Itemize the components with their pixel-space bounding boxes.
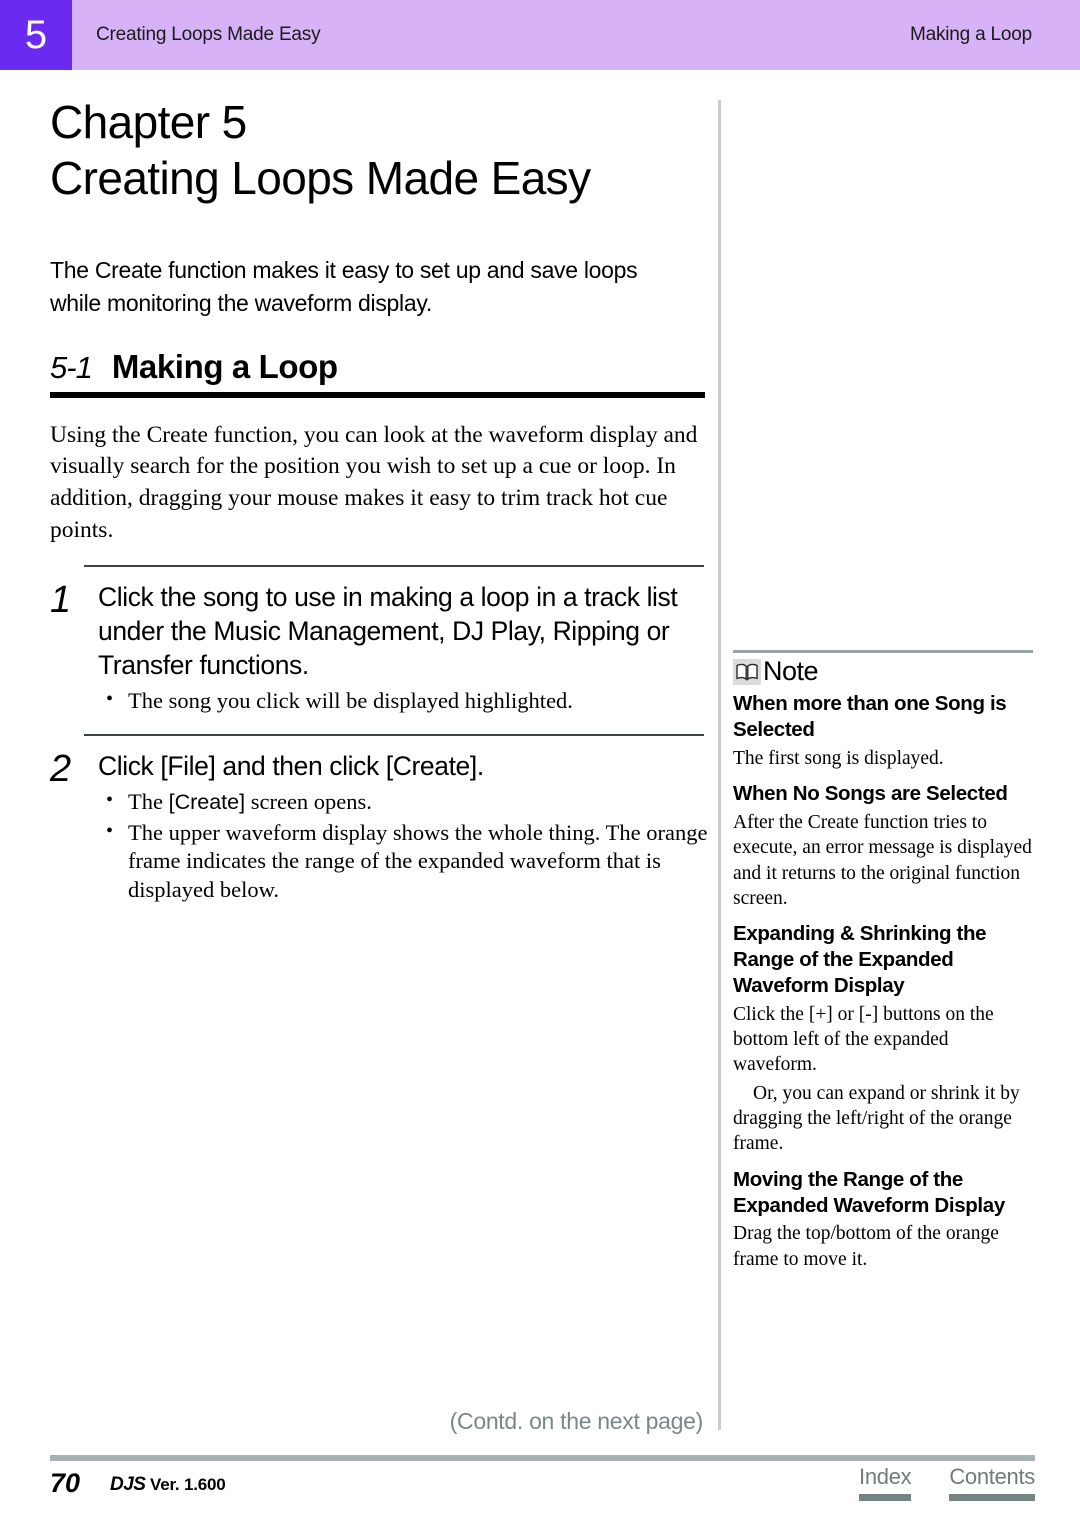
section-name: Making a Loop bbox=[111, 347, 338, 385]
step-separator-mid bbox=[84, 733, 704, 736]
section-body-paragraph: Using the Create function, you can look … bbox=[50, 421, 698, 544]
section-heading: 5-1 Making a Loop bbox=[50, 348, 705, 398]
chapter-title-text: Creating Loops Made Easy bbox=[50, 152, 591, 205]
header-chapter-title: Creating Loops Made Easy bbox=[96, 24, 321, 45]
note-body: The first song is displayed. bbox=[733, 747, 944, 769]
note-heading: Expanding & Shrinking the Range of the E… bbox=[733, 922, 987, 997]
footer-link-contents[interactable]: Contents bbox=[949, 1464, 1035, 1501]
header-section-title: Making a Loop bbox=[909, 24, 1032, 45]
page-title: Chapter 5 Creating Loops Made Easy bbox=[50, 94, 710, 206]
step-title: Click the song to use in making a loop i… bbox=[98, 582, 678, 681]
list-item: The [Create] screen opens. bbox=[98, 788, 710, 817]
step-item: 1 Click the song to use in making a loop… bbox=[50, 579, 710, 716]
note-body: Drag the top/bottom of the orange frame … bbox=[733, 1223, 999, 1270]
ui-token-create: [Create] bbox=[168, 789, 246, 814]
bullet-text: The upper waveform display shows the who… bbox=[128, 819, 708, 903]
product-version-text: Ver. 1.600 bbox=[150, 1475, 226, 1494]
footer-link-contents-underline bbox=[949, 1494, 1035, 1501]
list-item: The song you click will be displayed hig… bbox=[98, 687, 710, 716]
step-body: Click [File] and then click [Create]. Th… bbox=[98, 750, 710, 905]
note-body-secondary: Or, you can expand or shrink it by dragg… bbox=[733, 1081, 1033, 1157]
bullet-text-before: The bbox=[128, 788, 169, 814]
note-heading: When No Songs are Selected bbox=[733, 782, 1008, 805]
note-body-secondary-text: Or, you can expand or shrink it by dragg… bbox=[733, 1082, 1020, 1155]
note-header: Note bbox=[733, 650, 1033, 687]
footer-link-contents-label: Contents bbox=[949, 1464, 1035, 1489]
product-version: DJS Ver. 1.600 bbox=[110, 1474, 226, 1496]
bullet-text: The song you click will be displayed hig… bbox=[128, 688, 573, 714]
footer-rule bbox=[50, 1455, 1035, 1461]
step-bullet-list: The [Create] screen opens. The upper wav… bbox=[98, 788, 710, 905]
note-body: After the Create function tries to execu… bbox=[733, 811, 1032, 909]
chapter-number-badge: 5 bbox=[0, 0, 72, 70]
page-footer: 70 DJS Ver. 1.600 Index Contents bbox=[0, 1464, 1080, 1524]
footer-link-index-underline bbox=[859, 1494, 912, 1501]
step-item: 2 Click [File] and then click [Create]. … bbox=[50, 747, 710, 905]
bullet-text-after: screen opens. bbox=[245, 788, 372, 814]
main-content-column: Chapter 5 Creating Loops Made Easy The C… bbox=[50, 94, 710, 905]
footer-nav-links: Index Contents bbox=[859, 1464, 1035, 1501]
product-brand: DJS bbox=[110, 1474, 146, 1495]
page-header: 5 Creating Loops Made Easy Making a Loop bbox=[0, 0, 1080, 70]
section-number: 5-1 bbox=[50, 349, 93, 385]
step-body: Click the song to use in making a loop i… bbox=[98, 581, 710, 716]
footer-link-index-label: Index bbox=[859, 1464, 912, 1489]
step-title: Click [File] and then click [Create]. bbox=[98, 750, 484, 781]
chapter-label: Chapter 5 bbox=[50, 96, 247, 148]
note-label: Note bbox=[763, 656, 819, 686]
page-number: 70 bbox=[50, 1468, 81, 1498]
footer-link-index[interactable]: Index bbox=[859, 1464, 912, 1501]
note-heading: Moving the Range of the Expanded Wavefor… bbox=[733, 1167, 1005, 1217]
continued-notice: (Contd. on the next page) bbox=[449, 1408, 704, 1434]
column-divider bbox=[718, 100, 721, 1430]
note-body: Click the [+] or [-] buttons on the bott… bbox=[733, 1003, 994, 1076]
intro-paragraph: The Create function makes it easy to set… bbox=[50, 257, 638, 316]
step-bullet-list: The song you click will be displayed hig… bbox=[98, 687, 710, 716]
step-separator-top bbox=[84, 565, 704, 568]
note-sidebar: Note When more than one Song is Selected… bbox=[733, 650, 1033, 1272]
list-item: The upper waveform display shows the who… bbox=[98, 819, 710, 905]
step-number: 2 bbox=[50, 747, 71, 790]
step-number: 1 bbox=[50, 579, 71, 622]
open-book-icon bbox=[733, 658, 761, 685]
note-heading: When more than one Song is Selected bbox=[733, 692, 1007, 741]
